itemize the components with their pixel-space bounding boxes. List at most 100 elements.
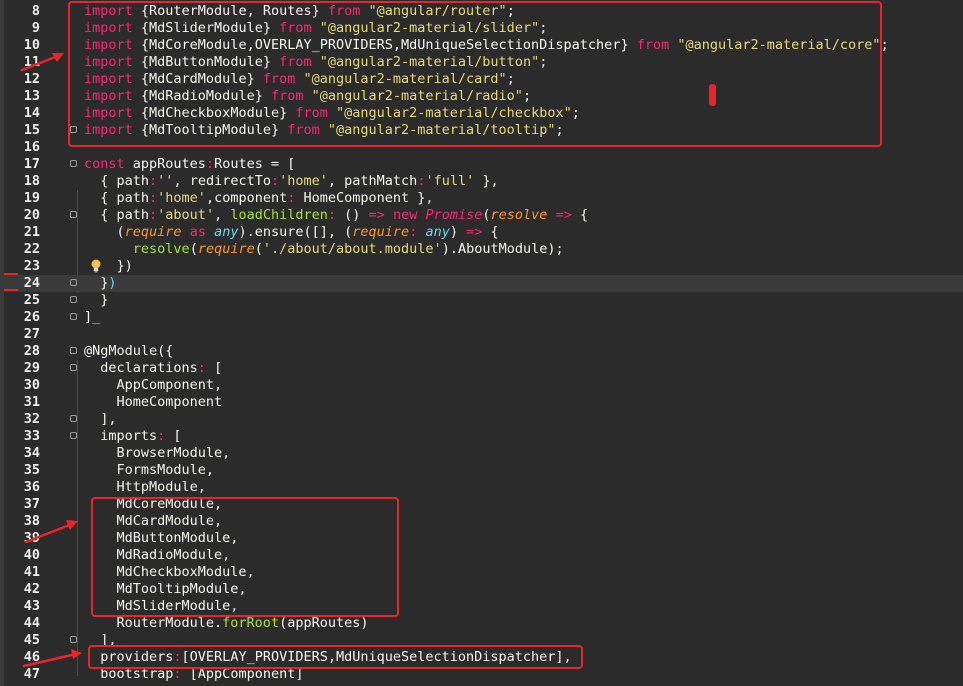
code-token: resolve [132,241,190,257]
code-token: 'full' [425,173,475,189]
code-line[interactable]: 44 RouterModule.forRoot(appRoutes) [0,615,963,632]
code-text: { path:'about', loadChildren: () => new … [84,207,588,224]
code-line[interactable]: 36 HttpModule, [0,479,963,496]
code-line[interactable]: 22 resolve(require('./about/about.module… [0,241,963,258]
code-text: RouterModule.forRoot(appRoutes) [84,615,369,632]
code-token: any [425,224,450,240]
code-token: imports [84,428,158,444]
code-token: [ [205,360,223,376]
line-number: 37 [23,496,40,512]
code-line[interactable]: 28 @NgModule({ [0,343,963,360]
code-line[interactable]: 29 declarations: [ [0,360,963,377]
annotation-tick [4,273,18,275]
code-editor[interactable]: 8 import {RouterModule, Routes} from "@an… [0,0,963,686]
line-number: 9 [31,20,40,36]
line-number: 18 [23,173,40,189]
line-number: 45 [23,632,40,648]
code-text: } [84,292,108,309]
line-number: 15 [23,122,40,138]
code-token: RouterModule. [84,615,223,631]
code-text: imports: [ [84,428,181,445]
line-number: 8 [31,3,40,19]
code-line[interactable]: 24 }) [0,275,963,292]
annotation-tick [4,289,18,291]
annotation-box-imports [68,1,882,147]
annotation-box-providers [88,645,583,669]
code-token: resolve [490,207,548,223]
code-token: HomeComponent }, [295,190,434,206]
fold-toggle-icon[interactable] [70,432,77,439]
code-token: any [214,224,239,240]
code-line[interactable]: 30 AppComponent, [0,377,963,394]
code-token: , [214,207,231,223]
code-token: (appRoutes) [279,615,369,631]
line-number: 21 [23,224,40,240]
code-token: BrowserModule, [84,445,231,461]
fold-toggle-icon[interactable] [70,211,77,218]
annotation-mark [709,84,716,106]
code-token: ).ensure([], ( [238,224,353,240]
lightbulb-icon[interactable] [90,259,102,273]
code-token: declarations [84,360,198,376]
line-number: 20 [23,207,40,223]
code-line[interactable]: 32 ], [0,411,963,428]
code-line[interactable]: 31 HomeComponent [0,394,963,411]
code-token: const [84,156,125,172]
code-text: }) [84,275,116,292]
code-text: ]_ [84,309,100,326]
line-number: 25 [23,292,40,308]
fold-toggle-icon[interactable] [70,636,77,643]
code-token: { path [84,190,150,206]
code-token: }, [474,173,499,189]
annotation-arrow [22,649,82,668]
fold-toggle-icon[interactable] [70,279,77,286]
fold-toggle-icon[interactable] [70,415,77,422]
code-line[interactable]: 33 imports: [ [0,428,963,445]
code-line[interactable]: 19 { path:'home',component: HomeComponen… [0,190,963,207]
code-line[interactable]: 23 }) [0,258,963,275]
code-token: 'home' [157,190,206,206]
code-token: } [84,292,109,308]
line-number: 26 [23,309,40,325]
line-number: 36 [23,479,40,495]
code-token: : [197,360,206,376]
code-line[interactable]: 35 FormsModule, [0,462,963,479]
code-line[interactable]: 18 { path:'', redirectTo:'home', pathMat… [0,173,963,190]
code-line[interactable]: 21 (require as any).ensure([], (require:… [0,224,963,241]
code-token: _ [92,309,101,325]
code-line[interactable]: 34 BrowserModule, [0,445,963,462]
line-number: 19 [23,190,40,206]
code-token: ], [84,411,117,427]
code-text: { path:'home',component: HomeComponent }… [84,190,434,207]
code-token: require [197,241,255,257]
code-token: HomeComponent [84,394,223,410]
code-line[interactable]: 17 const appRoutes:Routes = [ [0,156,963,173]
code-token: Promise [425,207,483,223]
fold-toggle-icon[interactable] [70,296,77,303]
code-token: { path [84,207,150,223]
fold-toggle-icon[interactable] [70,160,77,167]
line-number: 22 [23,241,40,257]
code-line[interactable]: 27 [0,326,963,343]
code-token: { path [84,173,150,189]
code-token: appRoutes [124,156,206,172]
fold-toggle-icon[interactable] [70,364,77,371]
code-token: ( [482,207,491,223]
code-text: FormsModule, [84,462,215,479]
fold-toggle-icon[interactable] [70,347,77,354]
line-number: 16 [23,139,40,155]
code-token: Routes = [ [214,156,296,172]
code-text: ], [84,411,117,428]
code-line[interactable]: 26 ]_ [0,309,963,326]
code-line[interactable]: 20 { path:'about', loadChildren: () => n… [0,207,963,224]
code-text: const appRoutes:Routes = [ [84,156,295,173]
code-token: require [352,224,410,240]
line-number: 13 [23,88,40,104]
fold-toggle-icon[interactable] [70,313,77,320]
code-token: require [124,224,182,240]
code-line[interactable]: 25 } [0,292,963,309]
annotation-arrow [24,520,78,544]
line-number: 14 [23,105,40,121]
